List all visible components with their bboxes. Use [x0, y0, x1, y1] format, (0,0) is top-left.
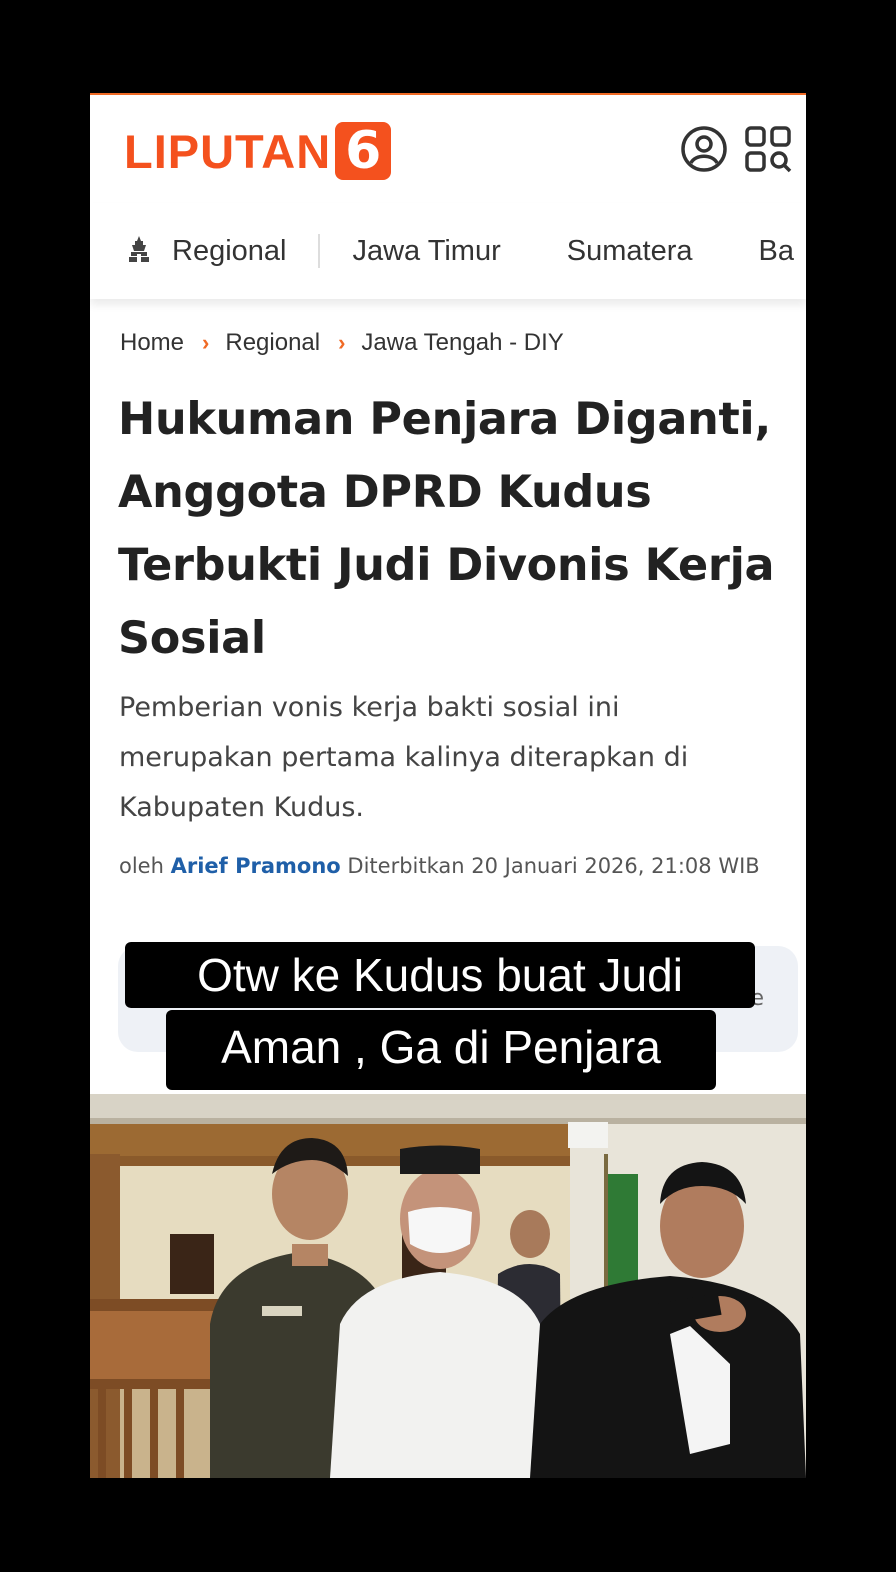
- caption-line-2: Aman , Ga di Penjara: [166, 1010, 716, 1090]
- breadcrumb-separator: ›: [202, 330, 210, 355]
- nav-item-jawa-timur[interactable]: Jawa Timur: [352, 235, 500, 268]
- nav-item-sumatera[interactable]: Sumatera: [567, 235, 693, 268]
- author-link[interactable]: Arief Pramono: [171, 854, 341, 878]
- site-header: LIPUTAN 6: [90, 93, 806, 203]
- breadcrumb-jawa-tengah[interactable]: Jawa Tengah - DIY: [361, 329, 563, 357]
- nav-item-truncated[interactable]: Ba: [758, 235, 793, 268]
- byline-prefix: oleh: [119, 854, 164, 878]
- breadcrumb-separator: ›: [338, 330, 346, 355]
- article-byline: oleh Arief Pramono Diterbitkan 20 Januar…: [119, 849, 779, 883]
- nav-item-regional[interactable]: Regional: [172, 235, 286, 268]
- grid-search-icon[interactable]: [744, 125, 794, 180]
- publish-date: Diterbitkan 20 Januari 2026, 21:08 WIB: [347, 854, 760, 878]
- article-photo[interactable]: [90, 1094, 806, 1478]
- article-title: Hukuman Penjara Diganti, Anggota DPRD Ku…: [118, 394, 775, 664]
- nav-divider: [318, 234, 321, 268]
- category-nav: Regional Jawa Timur Sumatera Ba: [90, 203, 806, 299]
- logo-number: 6: [335, 122, 392, 180]
- site-logo[interactable]: LIPUTAN 6: [124, 121, 392, 181]
- phone-screen: LIPUTAN 6 Regional Jawa Timur Sumatera B…: [90, 93, 806, 1478]
- breadcrumb-home[interactable]: Home: [120, 329, 184, 357]
- logo-text: LIPUTAN: [124, 124, 332, 178]
- article-summary: Pemberian vonis kerja bakti sosial ini m…: [119, 692, 689, 823]
- caption-line-1: Otw ke Kudus buat Judi: [125, 942, 755, 1008]
- breadcrumb: Home › Regional › Jawa Tengah - DIY: [120, 329, 564, 357]
- breadcrumb-regional[interactable]: Regional: [225, 329, 320, 357]
- temple-icon: [128, 235, 150, 268]
- user-circle-icon[interactable]: [680, 125, 728, 178]
